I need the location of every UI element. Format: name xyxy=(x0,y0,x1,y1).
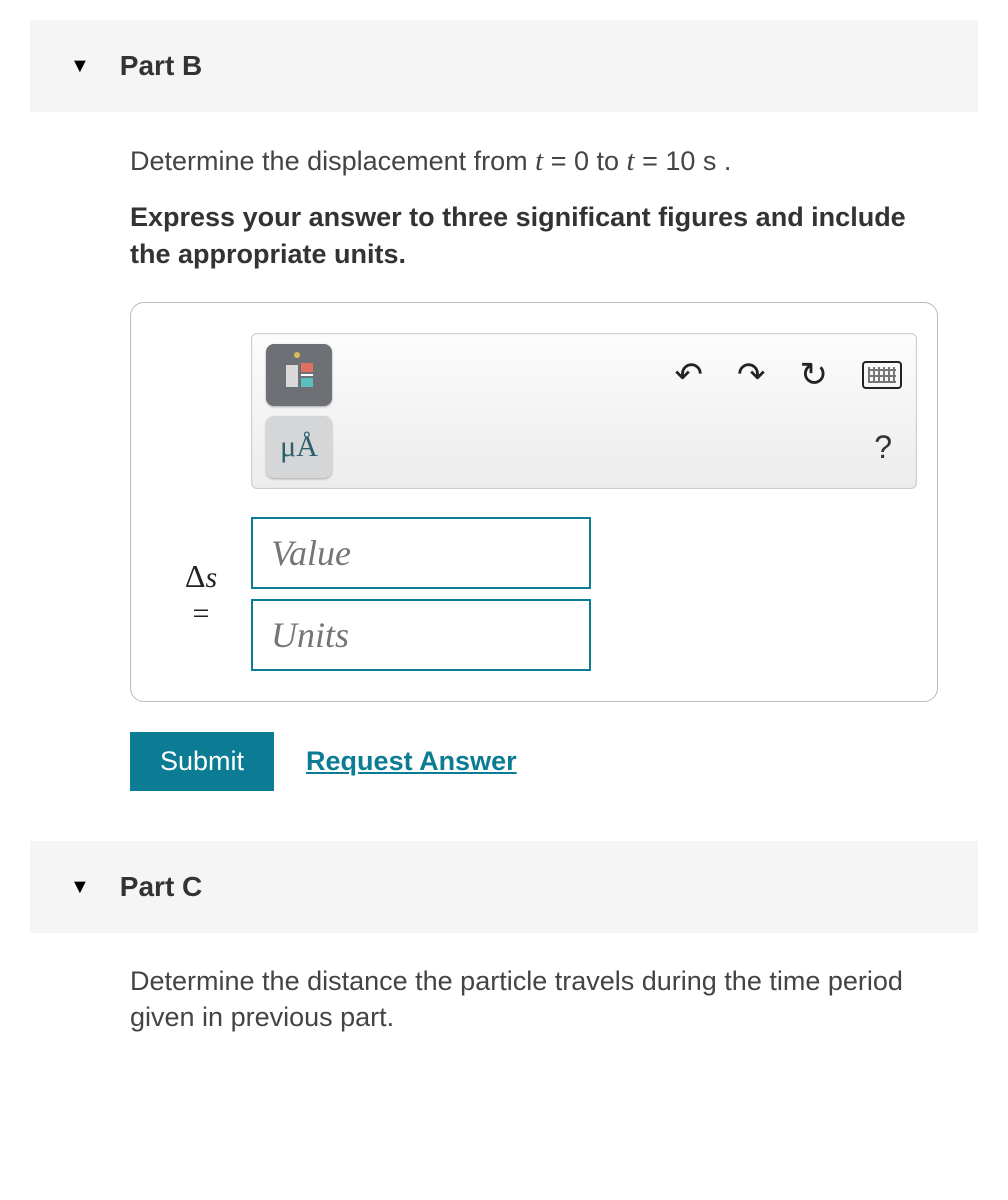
prompt-text: Determine the displacement from xyxy=(130,146,535,176)
equals-symbol: = xyxy=(151,596,251,632)
answer-box: ↶ ↷ ↻ μÅ ? Δs = xyxy=(130,302,938,702)
part-b-header[interactable]: ▼ Part B xyxy=(30,20,978,112)
units-input[interactable] xyxy=(251,599,591,671)
redo-icon[interactable]: ↷ xyxy=(737,355,766,395)
s-symbol: s xyxy=(205,561,217,594)
templates-button[interactable] xyxy=(266,344,332,406)
prompt-var: t xyxy=(627,145,635,177)
equation-toolbar: ↶ ↷ ↻ μÅ ? xyxy=(251,333,917,489)
help-button[interactable]: ? xyxy=(874,429,902,466)
units-symbols-button[interactable]: μÅ xyxy=(266,416,332,478)
part-b-body: Determine the displacement from t = 0 to… xyxy=(30,112,978,821)
toolbar-right: ↶ ↷ ↻ xyxy=(675,355,903,395)
collapse-triangle-icon: ▼ xyxy=(70,55,90,78)
answer-symbol: Δs = xyxy=(151,557,251,632)
answer-input-row: Δs = xyxy=(151,517,917,671)
part-c-title: Part C xyxy=(120,871,202,903)
units-symbols-label: μÅ xyxy=(280,430,318,464)
keyboard-icon[interactable] xyxy=(862,361,902,389)
prompt-text: = 0 to xyxy=(543,146,626,176)
value-input[interactable] xyxy=(251,517,591,589)
collapse-triangle-icon: ▼ xyxy=(70,876,90,899)
part-c-prompt: Determine the distance the particle trav… xyxy=(130,963,938,1036)
request-answer-link[interactable]: Request Answer xyxy=(306,746,517,777)
actions-row: Submit Request Answer xyxy=(130,732,938,791)
templates-icon xyxy=(286,363,313,387)
prompt-text: = 10 s . xyxy=(635,146,732,176)
reset-icon[interactable]: ↻ xyxy=(800,355,829,395)
part-b-prompt: Determine the displacement from t = 0 to… xyxy=(130,142,938,181)
part-b-title: Part B xyxy=(120,50,202,82)
undo-icon[interactable]: ↶ xyxy=(675,355,704,395)
part-c-header[interactable]: ▼ Part C xyxy=(30,841,978,933)
part-c-body: Determine the distance the particle trav… xyxy=(30,933,978,1084)
delta-symbol: Δ xyxy=(185,558,206,594)
part-b-instruction: Express your answer to three significant… xyxy=(130,199,938,272)
submit-button[interactable]: Submit xyxy=(130,732,274,791)
